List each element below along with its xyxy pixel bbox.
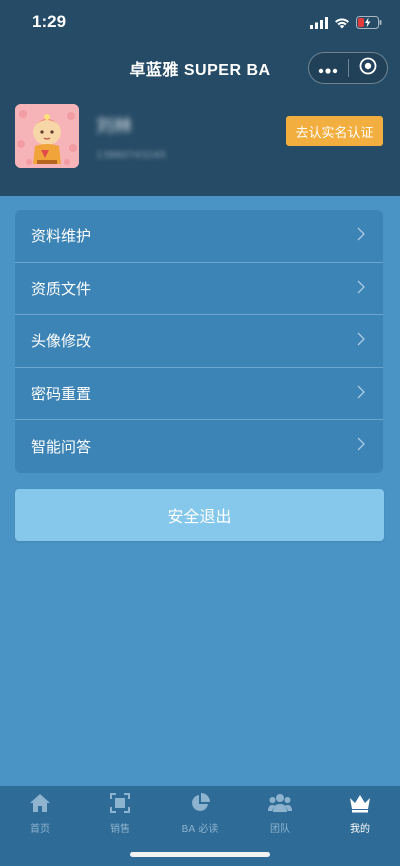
user-phone: 13860743245 <box>96 150 166 161</box>
user-name: 刘林 <box>96 116 132 137</box>
chevron-right-icon <box>357 227 365 245</box>
signal-icon <box>310 14 328 33</box>
home-icon <box>29 793 51 817</box>
more-dots-icon <box>318 59 338 78</box>
chevron-right-icon <box>357 280 365 298</box>
chevron-right-icon <box>357 437 365 455</box>
tab-label: 团队 <box>270 824 290 835</box>
team-icon <box>268 793 292 817</box>
menu-item-label: 资料维护 <box>31 227 92 246</box>
more-button[interactable] <box>309 53 348 83</box>
home-indicator <box>130 852 270 857</box>
wifi-icon <box>334 14 350 33</box>
menu-item-label: 资质文件 <box>31 279 92 298</box>
menu-item-label: 智能问答 <box>31 437 92 456</box>
menu-item-password-reset[interactable]: 密码重置 <box>15 368 383 420</box>
tab-label: 我的 <box>350 824 370 835</box>
menu-item-avatar-change[interactable]: 头像修改 <box>15 315 383 368</box>
target-circle-icon <box>359 57 377 79</box>
logout-button[interactable]: 安全退出 <box>15 489 384 541</box>
tab-ba-reading[interactable]: BA 必读 <box>160 786 240 835</box>
tab-home[interactable]: 首页 <box>0 786 80 835</box>
menu-item-label: 头像修改 <box>31 332 92 351</box>
status-time: 1:29 <box>32 12 67 31</box>
nav-header: 卓蓝雅 SUPER BA <box>0 46 400 90</box>
chevron-right-icon <box>357 332 365 350</box>
tab-sales[interactable]: 销售 <box>80 786 160 835</box>
tab-team[interactable]: 团队 <box>240 786 320 835</box>
settings-menu: 资料维护 资质文件 头像修改 密码重置 智能问答 <box>15 210 383 473</box>
tab-label: 销售 <box>110 824 130 835</box>
profile-page: 1:29 卓蓝雅 SUPER BA 刘林 13860743245 去认实名认证 … <box>0 0 400 866</box>
tab-mine[interactable]: 我的 <box>320 786 400 835</box>
crown-icon <box>349 793 371 817</box>
battery-charging-icon <box>356 14 382 33</box>
status-icons <box>310 14 382 33</box>
mini-program-capsule <box>308 52 388 84</box>
menu-item-smart-qa[interactable]: 智能问答 <box>15 420 383 473</box>
tab-label: BA 必读 <box>181 824 219 835</box>
menu-item-label: 密码重置 <box>31 384 92 403</box>
profile-card: 刘林 13860743245 去认实名认证 <box>0 90 400 196</box>
close-mini-program-button[interactable] <box>348 53 387 83</box>
real-name-verify-button[interactable]: 去认实名认证 <box>286 116 383 146</box>
status-bar: 1:29 <box>0 0 400 46</box>
menu-item-profile-maintenance[interactable]: 资料维护 <box>15 210 383 263</box>
pie-chart-icon <box>190 793 210 817</box>
tab-label: 首页 <box>30 824 50 835</box>
menu-item-qualification-files[interactable]: 资质文件 <box>15 263 383 315</box>
avatar[interactable] <box>15 104 79 168</box>
chevron-right-icon <box>357 385 365 403</box>
scan-icon <box>110 793 130 817</box>
